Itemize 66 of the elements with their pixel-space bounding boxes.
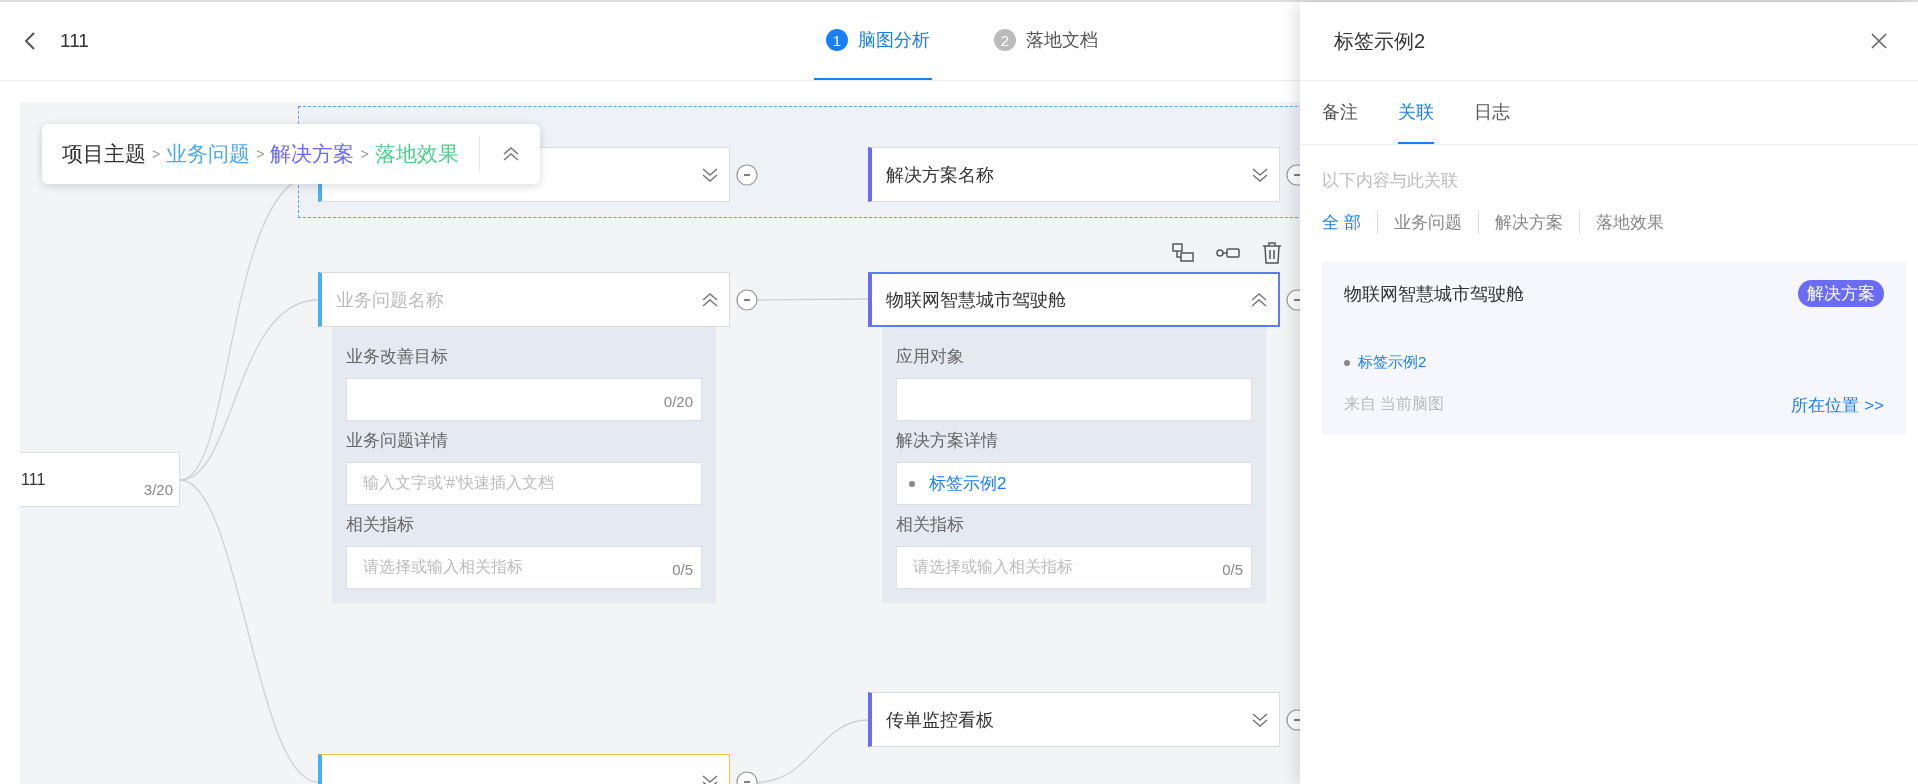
filter-tab[interactable]: 解决方案 — [1494, 210, 1563, 234]
breadcrumb-item[interactable]: 项目主题 — [62, 140, 146, 168]
expand-chevron-icon[interactable] — [1251, 710, 1269, 729]
expand-chevron-icon[interactable] — [1251, 165, 1269, 184]
node-title: 解决方案名称 — [886, 163, 994, 187]
collapse-icon[interactable] — [1286, 708, 1300, 731]
tab[interactable]: 关联 — [1398, 81, 1434, 144]
collapse-icon[interactable] — [736, 288, 758, 311]
field-label: 业务改善目标 — [346, 346, 449, 368]
separator: > — [360, 146, 369, 162]
close-icon[interactable] — [1870, 32, 1888, 50]
hint-text: 以下内容与此关联 — [1321, 170, 1459, 192]
collapse-icon[interactable] — [1286, 163, 1300, 186]
filter-tab[interactable]: 业务问题 — [1393, 210, 1462, 234]
node-placeholder: 业务问题名称 — [336, 288, 444, 312]
separator: > — [256, 146, 265, 162]
trash-icon[interactable] — [1262, 242, 1282, 264]
char-count: 0/5 — [672, 561, 693, 578]
expand-chevron-icon[interactable] — [701, 165, 719, 184]
mindmap-node[interactable]: 解决方案名称 — [868, 147, 1280, 202]
input-field[interactable]: 标签示例2 — [896, 462, 1252, 505]
char-count: 0/5 — [1222, 561, 1243, 578]
separator: > — [152, 146, 161, 162]
panel-title: 标签示例2 — [1334, 28, 1426, 54]
field-label: 业务问题详情 — [346, 430, 449, 452]
node-title: 物联网智慧城市驾驶舱 — [886, 288, 1066, 312]
card-title: 物联网智慧城市驾驶舱 — [1344, 282, 1524, 306]
field-label: 相关指标 — [346, 514, 415, 536]
type-tag: 解决方案 — [1798, 280, 1884, 307]
filter-tab[interactable]: 全 部 — [1322, 210, 1361, 234]
step-tab[interactable]: 1 脑图分析 — [814, 2, 932, 80]
add-child-icon[interactable] — [1172, 243, 1194, 263]
field-label: 应用对象 — [896, 346, 965, 368]
back-icon[interactable] — [24, 31, 36, 51]
mindmap-node[interactable]: 传单监控看板 — [868, 692, 1280, 747]
root-node[interactable]: 111 3/20 — [20, 452, 180, 507]
tag-link[interactable]: 标签示例2 — [1358, 353, 1427, 372]
input-field[interactable]: 请选择或输入相关指标 0/5 — [896, 546, 1252, 589]
collapse-chevron-icon[interactable] — [1250, 290, 1268, 309]
input-field[interactable]: 请选择或输入相关指标 0/5 — [346, 546, 702, 589]
filter-tab[interactable]: 落地效果 — [1595, 210, 1664, 234]
char-count: 0/20 — [663, 393, 693, 410]
location-link[interactable]: 所在位置 >> — [1791, 394, 1884, 417]
breadcrumb-item[interactable]: 业务问题 — [166, 140, 251, 168]
field-label: 相关指标 — [896, 514, 965, 536]
source-text: 来自 当前脑图 — [1344, 394, 1445, 414]
page-title: 111 — [60, 30, 89, 52]
node-title: 111 — [21, 470, 46, 489]
field-label: 解决方案详情 — [896, 430, 999, 452]
linked-tag[interactable]: 标签示例2 — [909, 472, 1007, 495]
mindmap-node[interactable]: 物联网智慧城市驾驶舱 — [868, 272, 1280, 327]
input-field[interactable]: 0/20 — [346, 378, 702, 421]
collapse-icon[interactable] — [1286, 288, 1300, 311]
tab[interactable]: 备注 — [1322, 81, 1358, 144]
node-title: 传单监控看板 — [886, 708, 994, 732]
collapse-icon[interactable] — [736, 163, 758, 186]
breadcrumb-item[interactable]: 落地效果 — [374, 140, 459, 168]
bullet-icon — [1344, 359, 1350, 366]
collapse-chevron-icon[interactable] — [501, 145, 520, 163]
add-sibling-icon[interactable] — [1216, 247, 1240, 259]
char-count: 3/20 — [143, 481, 173, 498]
collapse-chevron-icon[interactable] — [701, 290, 719, 309]
tab[interactable]: 日志 — [1474, 81, 1510, 144]
step-tab[interactable]: 2 落地文档 — [982, 2, 1100, 80]
breadcrumb-item[interactable]: 解决方案 — [270, 140, 355, 168]
input-field[interactable] — [896, 378, 1252, 421]
